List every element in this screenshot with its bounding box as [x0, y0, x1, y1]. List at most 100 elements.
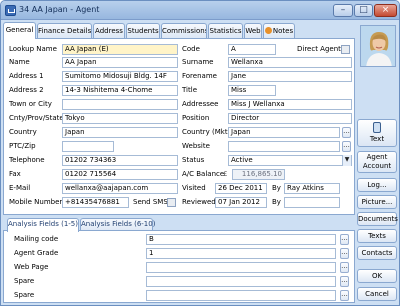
lookup-name-label: Lookup Name	[9, 45, 57, 53]
email-field[interactable]: wellanxa@aajapan.com	[62, 183, 178, 194]
website-label: Website	[182, 142, 210, 150]
agent-account-button[interactable]: Agent Account	[357, 151, 397, 173]
direct-agent-checkbox[interactable]	[341, 45, 350, 54]
documents-button[interactable]: Documents	[357, 212, 398, 226]
tab-students[interactable]: Students	[126, 23, 160, 38]
addressee-field[interactable]: Miss J Wellanxa	[228, 99, 352, 110]
agent-grade-browse-button[interactable]: ...	[340, 248, 349, 259]
direct-agent-label: Direct Agent	[297, 45, 341, 53]
tab-commissions[interactable]: Commissions	[161, 23, 207, 38]
visited-date-field[interactable]: 26 Dec 2011	[215, 183, 267, 194]
tab-notes-label: Notes	[272, 27, 294, 35]
forename-field[interactable]: Jane	[228, 71, 352, 82]
surname-label: Surname	[182, 58, 214, 66]
analysis-label-2: Agent Grade	[14, 249, 59, 257]
website-field[interactable]	[228, 141, 340, 152]
code-label: Code	[182, 45, 200, 53]
cnty-label: Cnty/Prov/State	[9, 114, 64, 122]
website-browse-button[interactable]: ...	[342, 141, 351, 152]
forename-label: Forename	[182, 72, 217, 80]
ac-balance-label: A/C Balance	[182, 170, 225, 178]
country-field[interactable]: Japan	[62, 127, 178, 138]
agent-photo	[360, 25, 396, 67]
town-label: Town or City	[9, 100, 52, 108]
name-field[interactable]: AA Japan	[62, 57, 178, 68]
reviewed-date-field[interactable]: 07 Jan 2012	[215, 197, 267, 208]
telephone-field[interactable]: 01202 734363	[62, 155, 178, 166]
spare-field-1[interactable]	[146, 276, 336, 287]
spare-field-2[interactable]	[146, 290, 336, 301]
tab-address[interactable]: Address	[93, 23, 125, 38]
code-field[interactable]: A	[228, 44, 276, 55]
country-mkt-label: Country (Mkt)	[182, 128, 231, 136]
ptc-field[interactable]	[62, 141, 114, 152]
agent-photo-image	[361, 26, 395, 66]
currency-symbol: £	[223, 170, 228, 178]
country-mkt-field[interactable]: Japan	[228, 127, 340, 138]
country-label: Country	[9, 128, 37, 136]
status-value: Active	[231, 156, 253, 164]
tab-general[interactable]: General	[3, 22, 36, 39]
analysis-label-4: Spare	[14, 277, 35, 285]
log-button[interactable]: Log...	[357, 178, 397, 192]
maximize-button[interactable]: □	[354, 4, 373, 17]
mobile-field[interactable]: +81435476881	[62, 197, 129, 208]
send-sms-checkbox[interactable]	[167, 198, 176, 207]
addressee-label: Addressee	[182, 100, 219, 108]
surname-field[interactable]: Wellanxa	[228, 57, 352, 68]
spare-1-browse-button[interactable]: ...	[340, 276, 349, 287]
notes-icon	[264, 27, 272, 34]
text-button[interactable]: Text	[357, 119, 397, 147]
fax-field[interactable]: 01202 715564	[62, 169, 178, 180]
spare-2-browse-button[interactable]: ...	[340, 290, 349, 301]
mailing-code-browse-button[interactable]: ...	[340, 234, 349, 245]
agent-grade-field[interactable]: 1	[146, 248, 336, 259]
status-label: Status	[182, 156, 205, 164]
tab-notes[interactable]: Notes	[263, 23, 295, 38]
position-field[interactable]: Director	[228, 113, 352, 124]
minimize-button[interactable]: –	[333, 4, 353, 17]
cancel-button[interactable]: Cancel	[357, 287, 397, 301]
text-button-label: Text	[369, 135, 385, 143]
analysis-label-1: Mailing code	[14, 235, 59, 243]
address2-field[interactable]: 14-3 Nishitema 4-Chome	[62, 85, 178, 96]
dropdown-arrow-icon[interactable]: ▼	[342, 155, 351, 166]
contacts-button[interactable]: Contacts	[357, 246, 397, 260]
close-button[interactable]: ×	[374, 4, 397, 17]
tab-analysis-fields-1-5[interactable]: Analysis Fields (1-5)	[7, 218, 79, 232]
app-icon	[5, 5, 16, 16]
title-label: Title	[182, 86, 198, 94]
cnty-field[interactable]: Tokyo	[62, 113, 178, 124]
window-title: 34 AA Japan - Agent	[19, 5, 100, 14]
title-bar[interactable]: 34 AA Japan - Agent – □ ×	[1, 1, 399, 20]
visited-label: Visited	[182, 184, 206, 192]
status-select[interactable]: Active	[228, 155, 352, 166]
mailing-code-field[interactable]: B	[146, 234, 336, 245]
fax-label: Fax	[9, 170, 21, 178]
position-label: Position	[182, 114, 210, 122]
title-field[interactable]: Miss	[228, 85, 276, 96]
country-mkt-browse-button[interactable]: ...	[342, 127, 351, 138]
email-label: E-Mail	[9, 184, 31, 192]
address1-field[interactable]: Sumitomo Midosuji Bldg. 14F	[62, 71, 178, 82]
town-field[interactable]	[62, 99, 178, 110]
picture-button[interactable]: Picture...	[357, 195, 397, 209]
lookup-name-field[interactable]: AA Japan (E)	[62, 44, 178, 55]
agent-window: 34 AA Japan - Agent – □ × General Financ…	[0, 0, 400, 306]
tab-web[interactable]: Web	[244, 23, 262, 38]
analysis-panel: Mailing code B ... Agent Grade 1 ... Web…	[3, 230, 355, 303]
send-sms-label: Send SMS	[133, 198, 168, 206]
web-page-browse-button[interactable]: ...	[340, 262, 349, 273]
ac-balance-field: 116,865.10	[232, 169, 285, 180]
texts-button[interactable]: Texts	[357, 229, 397, 243]
ok-button[interactable]: OK	[357, 269, 397, 283]
phone-icon	[373, 122, 381, 133]
visited-by-field[interactable]: Ray Atkins	[284, 183, 340, 194]
ptc-label: PTC/Zip	[9, 142, 36, 150]
tab-statistics[interactable]: Statistics	[208, 23, 243, 38]
reviewed-by-label: By	[272, 198, 281, 206]
reviewed-by-field[interactable]	[284, 197, 340, 208]
reviewed-label: Reviewed	[182, 198, 216, 206]
tab-finance-details[interactable]: Finance Details	[37, 23, 92, 38]
web-page-field[interactable]	[146, 262, 336, 273]
